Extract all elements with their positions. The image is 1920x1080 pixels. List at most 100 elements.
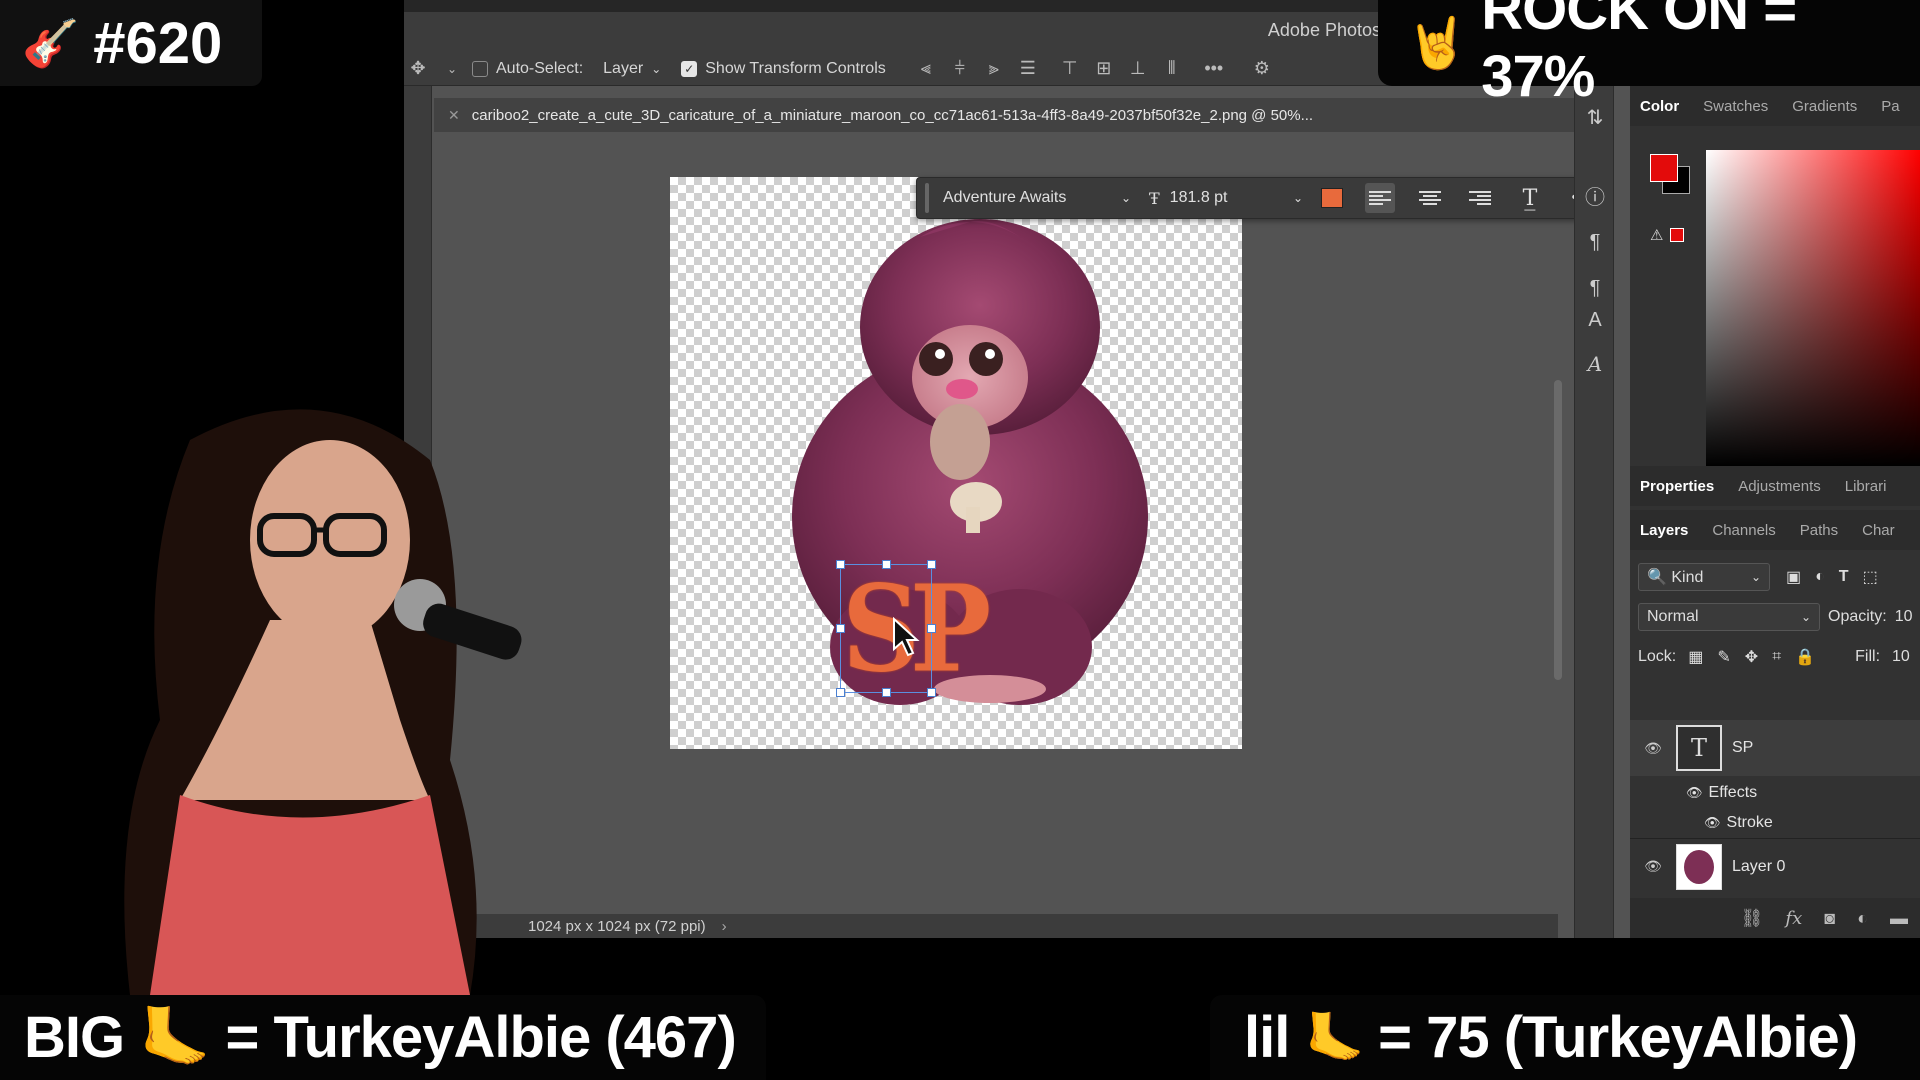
character-styles-icon[interactable]: A <box>1583 308 1607 332</box>
auto-select-checkbox[interactable] <box>472 60 488 77</box>
guitar-icon: 🎸 <box>22 16 80 69</box>
show-transform-label: Show Transform Controls <box>705 59 886 77</box>
align-left-icon[interactable] <box>1365 183 1395 213</box>
transform-handle-br[interactable] <box>927 688 936 697</box>
tab-properties[interactable]: Properties <box>1640 478 1714 495</box>
transform-handle-tl[interactable] <box>836 560 845 569</box>
foreground-color-swatch[interactable] <box>1650 154 1678 182</box>
webcam-feed <box>124 409 522 995</box>
filter-shape-icon[interactable]: ⬚ <box>1863 567 1878 587</box>
folder-icon[interactable]: ▬ <box>1890 908 1908 929</box>
lock-position-icon[interactable]: ✥ <box>1745 647 1758 667</box>
layer-effects-row[interactable]: 👁 Effects <box>1630 780 1920 806</box>
fill-input[interactable]: 10 <box>1892 648 1910 666</box>
transform-handle-bl[interactable] <box>836 688 845 697</box>
chevron-down-icon[interactable]: ⌄ <box>438 57 466 81</box>
layer-row-sp[interactable]: 👁 T SP <box>1630 720 1920 776</box>
move-tool-icon[interactable]: ✥ <box>404 57 432 81</box>
eye-icon[interactable]: 👁 <box>1704 815 1721 831</box>
more-options-icon[interactable]: ••• <box>1200 57 1228 81</box>
gamut-warning-swatch[interactable] <box>1670 228 1684 242</box>
chevron-right-icon[interactable]: › <box>722 918 727 935</box>
align-right-icon[interactable] <box>1465 183 1495 213</box>
transform-handle-mr[interactable] <box>927 624 936 633</box>
filter-adjustment-icon[interactable]: ◐ <box>1815 568 1825 586</box>
auto-select-target-dropdown[interactable]: Layer ⌄ <box>597 58 667 80</box>
adjustment-layer-icon[interactable]: ◐ <box>1857 908 1868 929</box>
lil-foot-value: = 75 (TurkeyAlbie) <box>1378 1005 1858 1070</box>
document-canvas[interactable]: SP <box>670 177 1242 749</box>
document-tab-title: cariboo2_create_a_cute_3D_caricature_of_… <box>471 106 1314 124</box>
gear-icon[interactable]: ⚙ <box>1248 57 1276 81</box>
tab-paths[interactable]: Paths <box>1800 522 1838 539</box>
transform-handle-tc[interactable] <box>882 560 891 569</box>
filter-pixel-icon[interactable]: ▣ <box>1786 567 1801 587</box>
color-picker-field[interactable] <box>1706 150 1920 466</box>
add-mask-icon[interactable]: ◙ <box>1824 908 1835 929</box>
search-icon: 🔍 <box>1647 569 1667 586</box>
transform-handle-tr[interactable] <box>927 560 936 569</box>
distribute-vertical-icon[interactable]: ⦀ <box>1158 57 1186 81</box>
big-foot-leaderboard: BIG 🦶 = TurkeyAlbie (467) <box>0 995 766 1080</box>
layer-filter-row: 🔍 Kind ⌄ ▣ ◐ T ⬚ <box>1638 562 1878 592</box>
foot-icon: 🦶 <box>1305 1012 1365 1065</box>
auto-select-label: Auto-Select: <box>496 59 584 77</box>
text-color-swatch[interactable] <box>1321 188 1343 208</box>
warning-icon: ⚠ <box>1650 227 1664 244</box>
blend-mode-value: Normal <box>1647 608 1699 625</box>
text-options-icon[interactable]: T̲ <box>1515 183 1545 213</box>
auto-select-option[interactable]: Auto-Select: <box>472 60 583 78</box>
align-top-edges-icon[interactable]: ⊤ <box>1056 57 1084 81</box>
eye-icon[interactable]: 👁 <box>1644 858 1662 875</box>
show-transform-checkbox[interactable]: ✓ <box>681 60 698 77</box>
lock-image-icon[interactable]: ✎ <box>1717 647 1730 667</box>
tab-layers[interactable]: Layers <box>1640 522 1688 539</box>
glyphs-icon[interactable]: A <box>1583 352 1607 376</box>
eye-icon[interactable]: 👁 <box>1644 740 1662 757</box>
layer-name: Layer 0 <box>1732 857 1786 875</box>
align-center-icon[interactable] <box>1415 183 1445 213</box>
align-horizontal-centers-icon[interactable]: ⫩ <box>946 57 974 81</box>
font-size-dropdown[interactable]: Ŧ 181.8 pt ⌄ <box>1143 183 1309 213</box>
lock-transparent-icon[interactable]: ▦ <box>1688 647 1703 667</box>
kind-filter-dropdown[interactable]: 🔍 Kind ⌄ <box>1638 563 1770 591</box>
panel-icon-strip: ⇅ ⓘ ¶ ¶ A A <box>1574 86 1614 938</box>
paragraph-icon[interactable]: ¶ <box>1583 230 1607 254</box>
link-layers-icon[interactable]: ⛓ <box>1741 908 1764 929</box>
right-panels: Color Swatches Gradients Pa ⚠ Properties… <box>1630 86 1920 938</box>
filter-type-icon[interactable]: T <box>1839 568 1849 586</box>
fx-icon[interactable]: fx <box>1785 908 1802 929</box>
layer-row-layer-0[interactable]: 👁 Layer 0 <box>1630 838 1920 894</box>
chevron-down-icon: ⌄ <box>1292 191 1303 205</box>
align-right-edges-icon[interactable]: ⫸ <box>980 57 1008 81</box>
lock-all-icon[interactable]: 🔒 <box>1795 647 1815 667</box>
opacity-input[interactable]: 10 <box>1895 608 1913 626</box>
align-bottom-edges-icon[interactable]: ⊥ <box>1124 57 1152 81</box>
show-transform-option[interactable]: ✓ Show Transform Controls <box>681 60 886 78</box>
properties-panel-tabs: Properties Adjustments Librari <box>1630 466 1920 506</box>
info-icon[interactable]: ⓘ <box>1583 186 1607 210</box>
drag-handle[interactable] <box>925 183 929 213</box>
close-icon[interactable]: ✕ <box>448 107 460 124</box>
tab-adjustments[interactable]: Adjustments <box>1738 478 1821 495</box>
opacity-label: Opacity: <box>1828 608 1887 625</box>
font-family-dropdown[interactable]: Adventure Awaits ⌄ <box>937 183 1137 213</box>
blend-mode-dropdown[interactable]: Normal ⌄ <box>1638 603 1820 631</box>
document-tab[interactable]: ✕ cariboo2_create_a_cute_3D_caricature_o… <box>434 98 1574 132</box>
tab-character[interactable]: Char <box>1862 522 1895 539</box>
auto-select-target-value: Layer <box>603 59 644 77</box>
vertical-scrollbar[interactable] <box>1554 380 1562 680</box>
canvas-area[interactable]: SP <box>432 132 1558 914</box>
lock-artboard-icon[interactable]: ⌗ <box>1772 648 1781 666</box>
align-vertical-centers-icon[interactable]: ⊞ <box>1090 57 1118 81</box>
align-left-edges-icon[interactable]: ⫷ <box>912 57 940 81</box>
document-size: 1024 px x 1024 px (72 ppi) <box>528 917 706 935</box>
transform-handle-ml[interactable] <box>836 624 845 633</box>
tab-libraries[interactable]: Librari <box>1845 478 1887 495</box>
tab-channels[interactable]: Channels <box>1712 522 1775 539</box>
transform-handle-bc[interactable] <box>882 688 891 697</box>
layer-stroke-row[interactable]: 👁 Stroke <box>1630 810 1920 836</box>
paragraph-styles-icon[interactable]: ¶ <box>1583 276 1607 300</box>
eye-icon[interactable]: 👁 <box>1686 785 1703 801</box>
distribute-horizontal-icon[interactable]: ☰ <box>1014 57 1042 81</box>
